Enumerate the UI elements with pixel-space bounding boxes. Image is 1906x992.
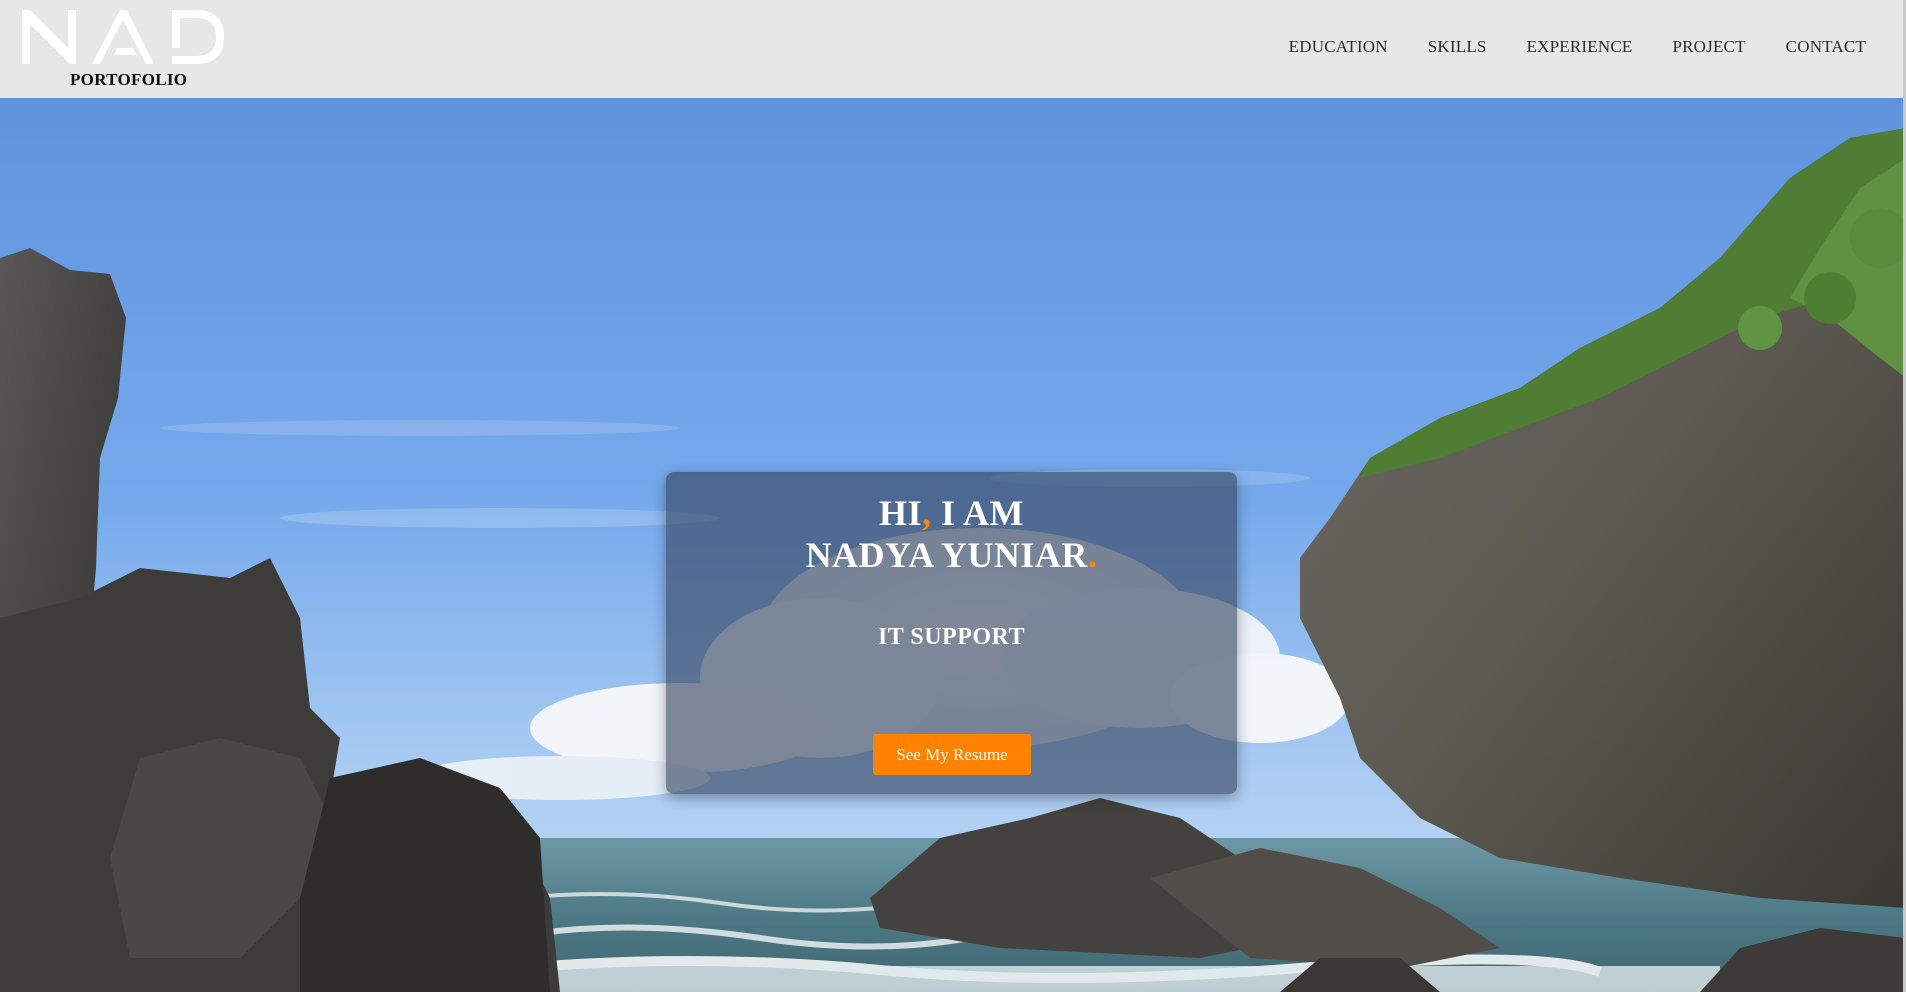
nav-link-skills[interactable]: SKILLS — [1428, 37, 1487, 57]
see-resume-button[interactable]: See My Resume — [873, 734, 1031, 775]
nav-link-experience[interactable]: EXPERIENCE — [1527, 37, 1633, 57]
intro-card: HI, I AM NADYA YUNIAR. IT SUPPORT See My… — [666, 472, 1237, 794]
main-nav: EDUCATION SKILLS EXPERIENCE PROJECT CONT… — [1249, 37, 1866, 57]
nav-link-project[interactable]: PROJECT — [1672, 37, 1745, 57]
intro-heading: HI, I AM NADYA YUNIAR. — [666, 492, 1237, 576]
logo[interactable]: PORTOFOLIO — [20, 8, 230, 96]
intro-role: IT SUPPORT — [877, 624, 1026, 650]
nav-link-contact[interactable]: CONTACT — [1786, 37, 1866, 57]
logo-subtitle: PORTOFOLIO — [70, 70, 188, 89]
greeting-prefix: HI — [878, 493, 922, 533]
greeting-suffix: I AM — [931, 493, 1024, 533]
nav-link-education[interactable]: EDUCATION — [1289, 37, 1388, 57]
logo-mark-icon — [22, 10, 224, 64]
portfolio-page: PORTOFOLIO EDUCATION SKILLS EXPERIENCE P… — [0, 0, 1906, 992]
navbar: PORTOFOLIO EDUCATION SKILLS EXPERIENCE P… — [0, 0, 1906, 98]
greeting-comma: , — [922, 493, 932, 533]
name-dot: . — [1087, 535, 1098, 575]
intro-name: NADYA YUNIAR — [805, 535, 1088, 575]
hero-section: HI, I AM NADYA YUNIAR. IT SUPPORT See My… — [0, 98, 1906, 992]
